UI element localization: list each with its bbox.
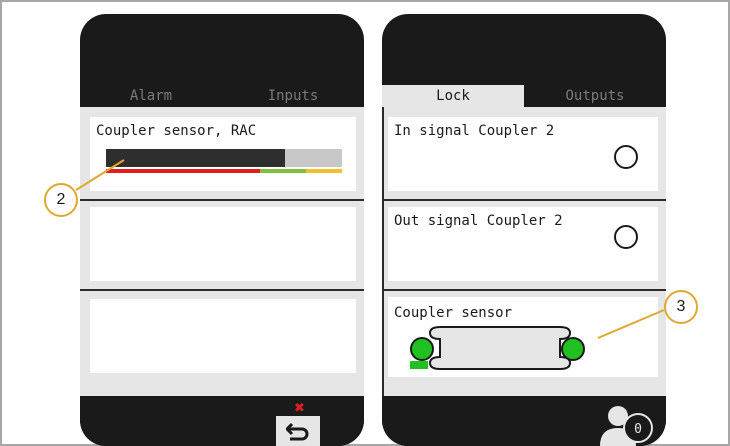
return-arrow-icon [286, 422, 309, 441]
user-login-button[interactable]: 0 [598, 400, 656, 446]
right-display-screen: Lock Outputs In signal Coupler 2 Out sig… [382, 14, 666, 446]
out-signal-indicator [614, 225, 638, 249]
divider [382, 199, 666, 201]
divider [80, 289, 364, 291]
empty-card [90, 299, 356, 373]
left-coupler-indicator [410, 337, 434, 361]
scale-red-segment [106, 169, 260, 173]
scale-green-segment [260, 169, 306, 173]
tab-alarm[interactable]: Alarm [80, 85, 222, 107]
coupler-sensor-label: Coupler sensor [394, 305, 513, 321]
coupler-sensor-rac-card[interactable]: Coupler sensor, RAC [90, 117, 356, 191]
divider [80, 199, 364, 201]
right-bottom-bar: 0 [382, 396, 666, 446]
left-content-area: Coupler sensor, RAC [80, 107, 364, 396]
vertical-divider [382, 107, 384, 396]
out-signal-label: Out signal Coupler 2 [394, 213, 563, 229]
in-signal-indicator [614, 145, 638, 169]
user-count-badge: 0 [634, 421, 642, 437]
right-tab-bar: Lock Outputs [382, 85, 666, 107]
sensor-level-bar [106, 149, 342, 167]
in-signal-card[interactable]: In signal Coupler 2 [388, 117, 658, 191]
sensor-level-fill [106, 149, 286, 167]
sensor-scale-strip [106, 169, 342, 173]
coupler-body-shape [428, 326, 572, 370]
tab-inputs[interactable]: Inputs [222, 85, 364, 107]
back-button[interactable] [276, 416, 320, 446]
right-coupler-indicator [561, 337, 585, 361]
coupler-sensor-card[interactable]: Coupler sensor [388, 297, 658, 377]
left-bottom-bar: ✖ [80, 396, 364, 446]
x-mark-icon: ✖ [294, 401, 305, 416]
coupler-graphic [410, 326, 585, 370]
left-tab-bar: Alarm Inputs [80, 85, 364, 107]
tab-outputs[interactable]: Outputs [524, 85, 666, 107]
empty-card [90, 207, 356, 281]
left-coupler-base [410, 361, 428, 369]
out-signal-card[interactable]: Out signal Coupler 2 [388, 207, 658, 281]
callout-2: 2 [44, 183, 78, 217]
callout-3: 3 [664, 290, 698, 324]
tab-lock[interactable]: Lock [382, 85, 524, 107]
coupler-sensor-rac-label: Coupler sensor, RAC [96, 123, 257, 139]
divider [382, 289, 666, 291]
right-content-area: In signal Coupler 2 Out signal Coupler 2… [382, 107, 666, 396]
left-display-screen: Alarm Inputs Coupler sensor, RAC ✖ [80, 14, 364, 446]
scale-yellow-segment [306, 169, 342, 173]
in-signal-label: In signal Coupler 2 [394, 123, 555, 139]
